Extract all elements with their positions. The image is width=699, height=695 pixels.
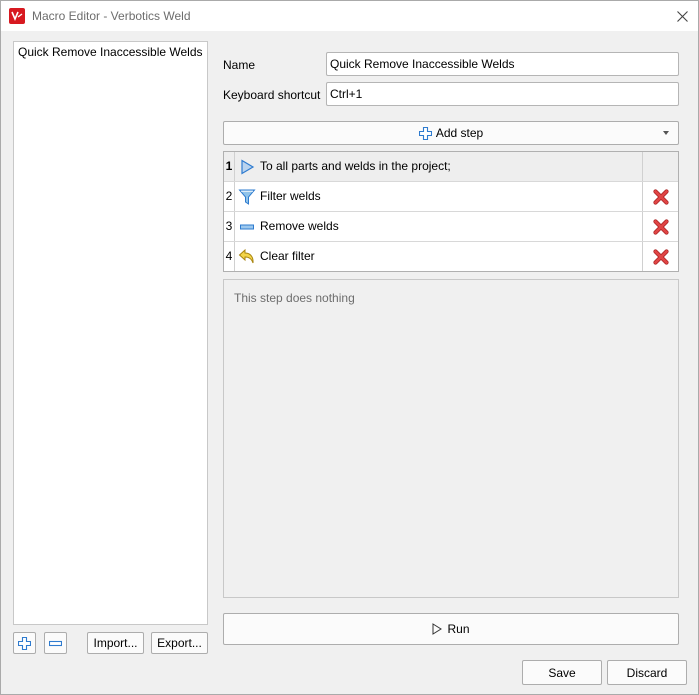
export-button[interactable]: Export... <box>151 632 208 654</box>
step-number: 1 <box>224 152 235 181</box>
macro-list-item[interactable]: Quick Remove Inaccessible Welds <box>14 42 207 62</box>
name-label: Name <box>223 58 256 72</box>
play-triangle-icon <box>241 159 255 175</box>
step-label: Filter welds <box>260 189 321 203</box>
remove-macro-button[interactable] <box>44 632 67 654</box>
close-icon <box>676 10 688 22</box>
funnel-icon <box>238 189 256 205</box>
add-step-dropdown[interactable]: Add step <box>223 121 679 145</box>
steps-table: 1 To all parts and welds in the project;… <box>223 151 679 272</box>
save-button[interactable]: Save <box>522 660 602 685</box>
undo-arrow-icon <box>238 248 254 264</box>
import-button[interactable]: Import... <box>87 632 144 654</box>
minus-bar-icon <box>240 224 254 230</box>
step-number: 3 <box>224 212 235 241</box>
step-number: 2 <box>224 182 235 211</box>
step-row[interactable]: 4 Clear filter <box>224 242 678 272</box>
title-bar: Macro Editor - Verbotics Weld <box>1 1 698 31</box>
plus-icon <box>18 636 31 650</box>
plus-icon <box>418 126 432 140</box>
play-outline-icon <box>432 623 443 635</box>
step-delete-cell <box>642 152 678 181</box>
run-button[interactable]: Run <box>223 613 679 645</box>
step-label: To all parts and welds in the project; <box>260 159 451 173</box>
chevron-down-icon <box>663 131 669 135</box>
run-label: Run <box>447 622 470 636</box>
delete-step-button[interactable] <box>642 182 678 211</box>
window-title: Macro Editor - Verbotics Weld <box>32 9 191 23</box>
step-description-text: This step does nothing <box>234 291 355 305</box>
step-row[interactable]: 1 To all parts and welds in the project; <box>224 152 678 182</box>
step-row[interactable]: 2 Filter welds <box>224 182 678 212</box>
verbotics-logo-icon <box>9 8 25 24</box>
step-row[interactable]: 3 Remove welds <box>224 212 678 242</box>
step-number: 4 <box>224 242 235 271</box>
shortcut-label: Keyboard shortcut <box>223 88 321 102</box>
macro-list[interactable]: Quick Remove Inaccessible Welds <box>13 41 208 625</box>
discard-button[interactable]: Discard <box>607 660 687 685</box>
add-macro-button[interactable] <box>13 632 36 654</box>
delete-step-button[interactable] <box>642 212 678 241</box>
delete-x-icon <box>652 188 669 205</box>
add-step-label: Add step <box>435 126 484 140</box>
shortcut-field[interactable]: Ctrl+1 <box>326 82 679 106</box>
step-label: Remove welds <box>260 219 339 233</box>
step-description-panel: This step does nothing <box>223 279 679 598</box>
delete-step-button[interactable] <box>642 242 678 271</box>
close-button[interactable] <box>666 1 698 31</box>
name-field[interactable]: Quick Remove Inaccessible Welds <box>326 52 679 76</box>
delete-x-icon <box>652 248 669 265</box>
macro-editor-window: Macro Editor - Verbotics Weld Quick Remo… <box>0 0 699 695</box>
minus-icon <box>49 640 62 646</box>
delete-x-icon <box>652 218 669 235</box>
step-label: Clear filter <box>260 249 315 263</box>
